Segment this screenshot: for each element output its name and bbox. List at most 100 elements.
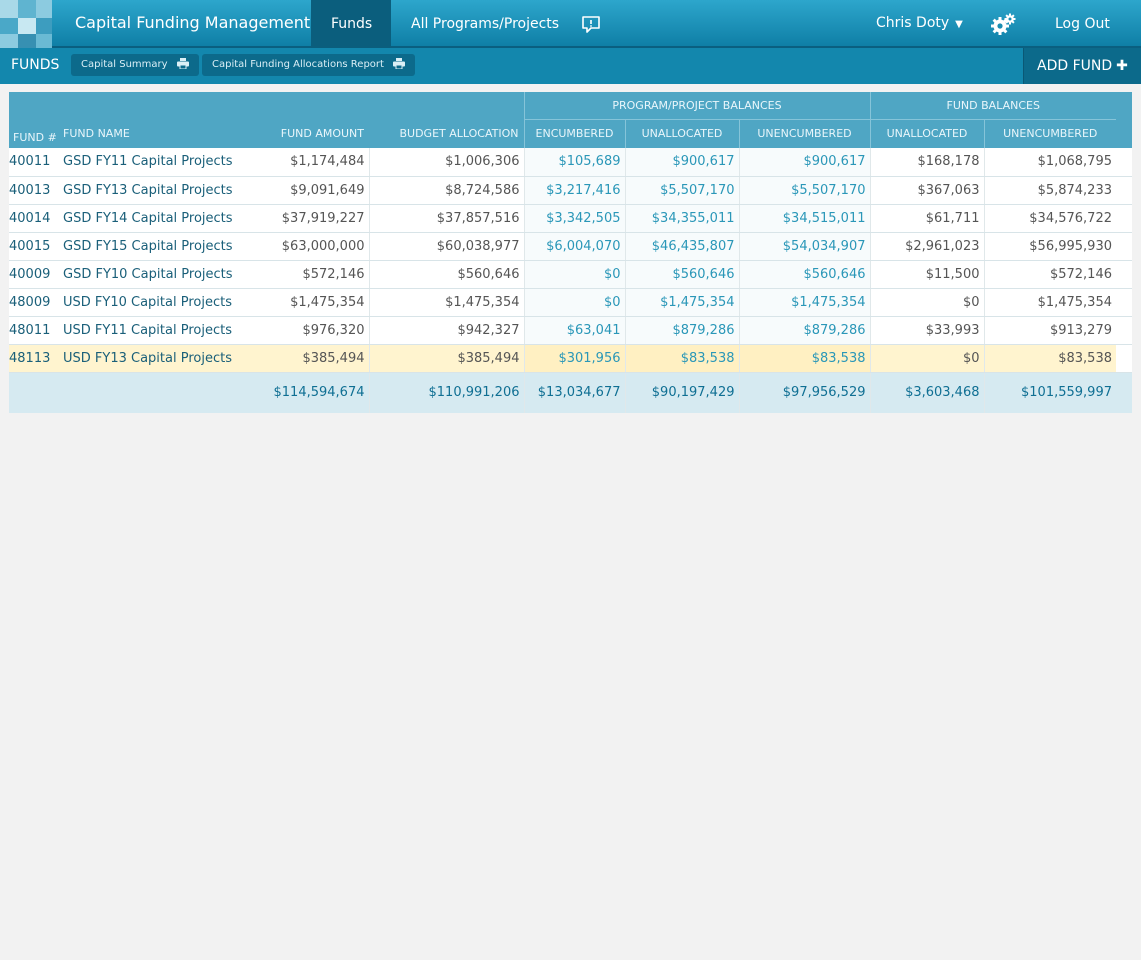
cell-fund-amount: $37,919,227 <box>253 204 370 233</box>
top-nav-bar: Capital Funding Management Funds All Pro… <box>0 0 1141 48</box>
column-header-pp-encumbered[interactable]: ENCUMBERED <box>523 119 625 148</box>
table-row[interactable]: 40013 GSD FY13 Capital Projects $9,091,649… <box>9 176 1132 205</box>
total-pp-unallocated: $90,197,429 <box>625 372 740 413</box>
cell-pp-unallocated: $900,617 <box>625 148 740 177</box>
total-fb-unencumbered: $101,559,997 <box>984 372 1116 413</box>
logout-link[interactable]: Log Out <box>1055 16 1110 32</box>
cell-fb-unallocated: $11,500 <box>870 260 985 289</box>
capital-summary-label: Capital Summary <box>81 59 168 70</box>
total-pp-unencumbered: $97,956,529 <box>739 372 871 413</box>
footer-scroll-gutter <box>1116 372 1132 413</box>
row-scroll-gutter <box>1116 204 1132 233</box>
cell-fb-unencumbered: $1,068,795 <box>984 148 1116 177</box>
add-fund-label: ADD FUND <box>1037 58 1113 74</box>
cell-fund-name: GSD FY15 Capital Projects <box>63 232 253 261</box>
add-fund-button[interactable]: ADD FUND ✚ <box>1023 48 1141 84</box>
column-header-pp-unallocated[interactable]: UNALLOCATED <box>624 119 739 148</box>
cell-pp-unencumbered: $34,515,011 <box>739 204 871 233</box>
cell-budget-allocation: $60,038,977 <box>369 232 525 261</box>
cell-fb-unallocated: $61,711 <box>870 204 985 233</box>
cell-pp-unencumbered: $900,617 <box>739 148 871 177</box>
cell-pp-unencumbered: $560,646 <box>739 260 871 289</box>
cell-fund-amount: $63,000,000 <box>253 232 370 261</box>
cell-fund-number: 48011 <box>9 316 63 345</box>
row-scroll-gutter <box>1116 232 1132 261</box>
printer-icon <box>176 56 189 78</box>
cell-fund-amount: $572,146 <box>253 260 370 289</box>
funds-toolbar: FUNDS Capital Summary Capital Funding Al… <box>0 48 1141 84</box>
cell-pp-unallocated: $83,538 <box>625 344 740 373</box>
cell-fund-name: GSD FY13 Capital Projects <box>63 176 253 205</box>
table-row[interactable]: 40015 GSD FY15 Capital Projects $63,000,00… <box>9 232 1132 261</box>
cell-fb-unallocated: $0 <box>870 344 985 373</box>
cell-fund-amount: $9,091,649 <box>253 176 370 205</box>
table-row[interactable]: 48009 USD FY10 Capital Projects $1,475,354… <box>9 288 1132 317</box>
column-header-fund-amount[interactable]: FUND AMOUNT <box>253 119 369 148</box>
table-row[interactable]: 48113 USD FY13 Capital Projects $385,494 $3… <box>9 344 1132 373</box>
cell-pp-encumbered: $0 <box>524 260 626 289</box>
user-menu[interactable]: Chris Doty ▼ <box>876 15 963 31</box>
cell-fb-unallocated: $168,178 <box>870 148 985 177</box>
cell-budget-allocation: $8,724,586 <box>369 176 525 205</box>
cell-fund-name: USD FY13 Capital Projects <box>63 344 253 373</box>
cell-fb-unencumbered: $83,538 <box>984 344 1116 373</box>
cell-fund-name: USD FY10 Capital Projects <box>63 288 253 317</box>
funds-table-container: PROGRAM/PROJECT BALANCES FUND BALANCES F… <box>9 92 1132 413</box>
table-row[interactable]: 48011 USD FY11 Capital Projects $976,320 $9… <box>9 316 1132 345</box>
cell-budget-allocation: $1,475,354 <box>369 288 525 317</box>
cell-pp-encumbered: $0 <box>524 288 626 317</box>
cell-fund-number: 48009 <box>9 288 63 317</box>
cell-pp-unallocated: $879,286 <box>625 316 740 345</box>
tab-funds[interactable]: Funds <box>311 0 391 48</box>
cell-fund-number: 40009 <box>9 260 63 289</box>
cell-pp-unallocated: $34,355,011 <box>625 204 740 233</box>
header-spacer <box>9 92 524 119</box>
header-scroll-gutter <box>1116 119 1132 148</box>
cell-fund-name: USD FY11 Capital Projects <box>63 316 253 345</box>
fund-balances-header: FUND BALANCES <box>869 92 1116 120</box>
cell-pp-encumbered: $301,956 <box>524 344 626 373</box>
cell-fund-amount: $1,174,484 <box>253 148 370 177</box>
column-header-fb-unencumbered[interactable]: UNENCUMBERED <box>983 119 1116 148</box>
capital-summary-button[interactable]: Capital Summary <box>71 54 199 76</box>
chevron-down-icon: ▼ <box>955 19 963 30</box>
page-title: FUNDS <box>11 57 60 73</box>
allocations-report-label: Capital Funding Allocations Report <box>212 59 384 70</box>
cell-pp-unallocated: $560,646 <box>625 260 740 289</box>
cell-fund-number: 48113 <box>9 344 63 373</box>
cell-fb-unencumbered: $1,475,354 <box>984 288 1116 317</box>
app-logo[interactable] <box>0 0 52 48</box>
cell-fb-unencumbered: $5,874,233 <box>984 176 1116 205</box>
cell-budget-allocation: $942,327 <box>369 316 525 345</box>
cell-fund-number: 40014 <box>9 204 63 233</box>
column-header-fb-unallocated[interactable]: UNALLOCATED <box>869 119 984 148</box>
column-header-fund-name[interactable]: FUND NAME <box>63 119 253 148</box>
cell-pp-unencumbered: $54,034,907 <box>739 232 871 261</box>
capital-funding-allocations-report-button[interactable]: Capital Funding Allocations Report <box>202 54 416 76</box>
app-title[interactable]: Capital Funding Management <box>75 13 310 32</box>
cell-fb-unencumbered: $56,995,930 <box>984 232 1116 261</box>
column-header-fund-number[interactable]: FUND # <box>9 119 63 148</box>
table-row[interactable]: 40014 GSD FY14 Capital Projects $37,919,22… <box>9 204 1132 233</box>
feedback-icon[interactable] <box>581 16 601 38</box>
cell-pp-unencumbered: $1,475,354 <box>739 288 871 317</box>
table-row[interactable]: 40011 GSD FY11 Capital Projects $1,174,484… <box>9 148 1132 177</box>
row-scroll-gutter <box>1116 148 1132 177</box>
cell-fund-number: 40015 <box>9 232 63 261</box>
cell-fund-name: GSD FY11 Capital Projects <box>63 148 253 177</box>
cell-pp-unencumbered: $879,286 <box>739 316 871 345</box>
cell-pp-unallocated: $1,475,354 <box>625 288 740 317</box>
column-header-budget-allocation[interactable]: BUDGET ALLOCATION <box>369 119 524 148</box>
gear-icon[interactable] <box>989 12 1017 42</box>
cell-fb-unencumbered: $572,146 <box>984 260 1116 289</box>
cell-budget-allocation: $560,646 <box>369 260 525 289</box>
cell-fund-amount: $385,494 <box>253 344 370 373</box>
table-row[interactable]: 40009 GSD FY10 Capital Projects $572,146 $5… <box>9 260 1132 289</box>
column-header-pp-unencumbered[interactable]: UNENCUMBERED <box>738 119 870 148</box>
tab-all-programs-projects[interactable]: All Programs/Projects <box>391 0 579 48</box>
cell-fb-unencumbered: $913,279 <box>984 316 1116 345</box>
cell-fund-amount: $976,320 <box>253 316 370 345</box>
cell-fund-number: 40011 <box>9 148 63 177</box>
cell-fb-unallocated: $33,993 <box>870 316 985 345</box>
cell-fund-amount: $1,475,354 <box>253 288 370 317</box>
